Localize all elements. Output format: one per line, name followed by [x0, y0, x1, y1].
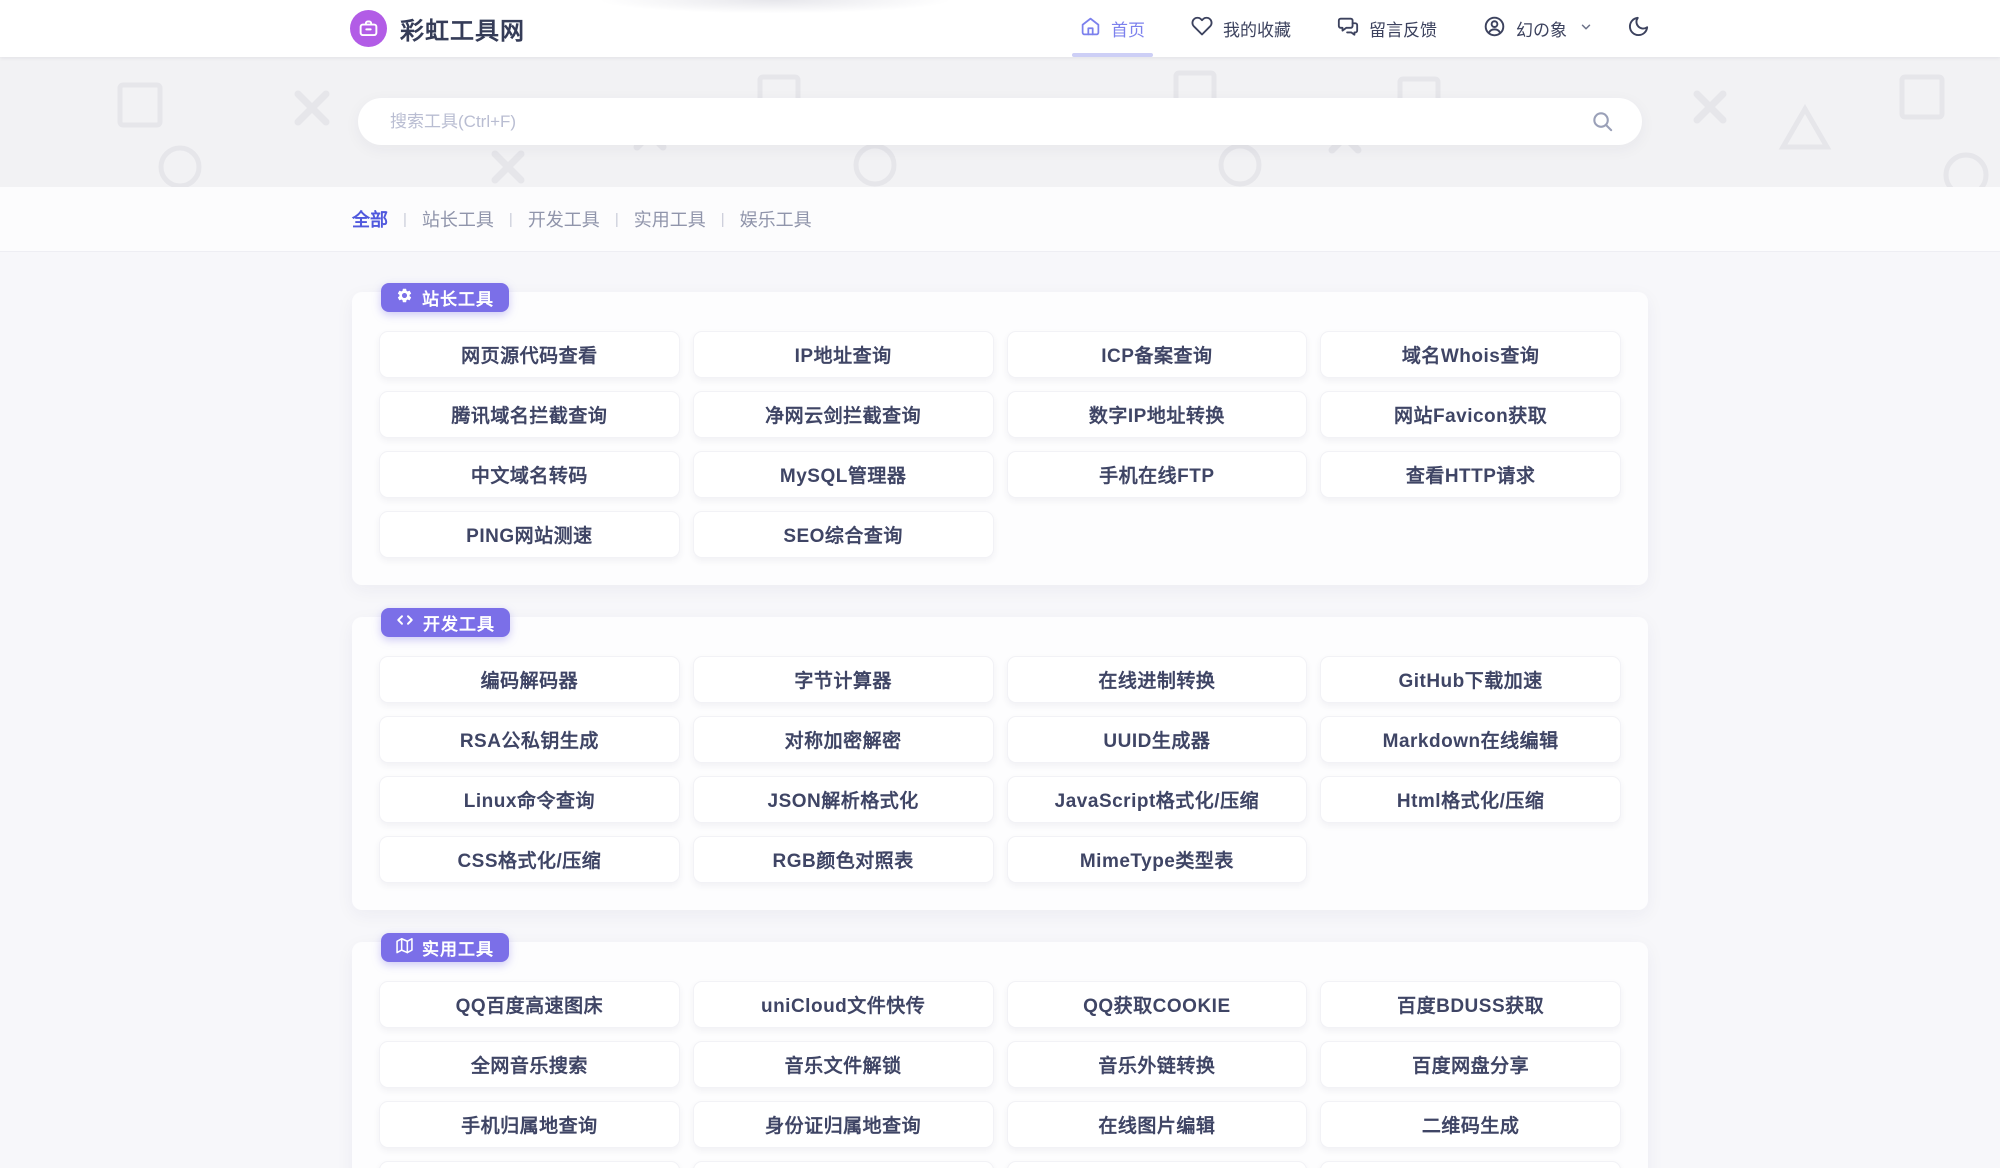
- tool-card[interactable]: CSS格式化/压缩: [379, 836, 680, 883]
- nav-username-label: 幻の象: [1516, 16, 1567, 41]
- search-input[interactable]: [358, 98, 1642, 145]
- toolbox-icon: [350, 10, 387, 47]
- tool-card[interactable]: 音乐文件解锁: [693, 1041, 994, 1088]
- nav-favorites-label: 我的收藏: [1223, 16, 1291, 41]
- tool-card[interactable]: 查看HTTP请求: [1320, 451, 1621, 498]
- section-title: 站长工具: [422, 285, 494, 310]
- tool-card[interactable]: 网站Favicon获取: [1320, 391, 1621, 438]
- tool-card[interactable]: QQ百度高速图床: [379, 981, 680, 1028]
- site-logo[interactable]: 彩虹工具网: [350, 10, 525, 47]
- gear-icon: [396, 287, 413, 309]
- filter-separator: |: [615, 211, 619, 228]
- feedback-icon: [1337, 15, 1359, 42]
- filter-separator: |: [721, 211, 725, 228]
- tool-card[interactable]: 净网云剑拦截查询: [693, 391, 994, 438]
- tool-card[interactable]: 在线进制转换: [1007, 656, 1308, 703]
- tool-grid: 编码解码器字节计算器在线进制转换 GitHub下载加速 RSA公私钥生成对称加密解密…: [379, 656, 1621, 883]
- category-filter-bar: 全部 | 站长工具 | 开发工具 | 实用工具 | 娱乐工具: [0, 187, 2000, 252]
- tool-card-partial[interactable]: [693, 1161, 994, 1168]
- heart-icon: [1191, 15, 1213, 42]
- tool-card[interactable]: UUID生成器: [1007, 716, 1308, 763]
- section-title: 开发工具: [423, 610, 495, 635]
- home-icon: [1080, 16, 1101, 42]
- tool-card[interactable]: 编码解码器: [379, 656, 680, 703]
- tool-card[interactable]: 字节计算器: [693, 656, 994, 703]
- section-badge: 实用工具: [381, 933, 509, 962]
- tool-card[interactable]: 数字IP地址转换: [1007, 391, 1308, 438]
- map-icon: [396, 937, 413, 959]
- tool-card[interactable]: 域名Whois查询: [1320, 331, 1621, 378]
- section-dev-tools: 开发工具 编码解码器字节计算器在线进制转换GitHub下载加速RSA公私钥生成对…: [352, 617, 1648, 910]
- section-webmaster-tools: 站长工具 网页源代码查看IP地址查询ICP备案查询域名Whois查询腾讯域名拦截…: [352, 292, 1648, 585]
- main-nav: 首页 我的收藏 留言反馈: [1080, 0, 1650, 57]
- tool-card[interactable]: SEO综合查询: [693, 511, 994, 558]
- tool-card[interactable]: GitHub下载加速: [1320, 656, 1621, 703]
- user-icon: [1483, 15, 1506, 43]
- tool-card-partial[interactable]: [1007, 1161, 1308, 1168]
- tool-card[interactable]: Markdown在线编辑: [1320, 716, 1621, 763]
- tool-card[interactable]: 百度BDUSS获取: [1320, 981, 1621, 1028]
- theme-toggle-button[interactable]: [1627, 15, 1650, 43]
- tool-card[interactable]: MySQL管理器: [693, 451, 994, 498]
- tool-card[interactable]: 全网音乐搜索: [379, 1041, 680, 1088]
- tool-card[interactable]: 百度网盘分享: [1320, 1041, 1621, 1088]
- tool-card[interactable]: RSA公私钥生成: [379, 716, 680, 763]
- hero-search-band: [0, 57, 2000, 187]
- main-content: 站长工具 网页源代码查看 IP地址查询 ICP备案查询域名Whois查询腾讯域名拦截…: [352, 252, 1648, 1168]
- search-icon[interactable]: [1591, 110, 1614, 133]
- tool-card[interactable]: 二维码生成: [1320, 1101, 1621, 1148]
- tool-grid: 网页源代码查看 IP地址查询 ICP备案查询域名Whois查询腾讯域名拦截查询净网云…: [379, 331, 1621, 558]
- tool-card[interactable]: 中文域名转码: [379, 451, 680, 498]
- tool-card[interactable]: RGB颜色对照表: [693, 836, 994, 883]
- tool-card[interactable]: 对称加密解密: [693, 716, 994, 763]
- tool-card[interactable]: 手机归属地查询: [379, 1101, 680, 1148]
- nav-home[interactable]: 首页: [1080, 0, 1145, 57]
- nav-home-label: 首页: [1111, 16, 1145, 41]
- filter-entertainment-tools[interactable]: 娱乐工具: [740, 206, 812, 232]
- tool-card-partial[interactable]: [379, 1161, 680, 1168]
- filter-dev-tools[interactable]: 开发工具: [528, 206, 600, 232]
- nav-favorites[interactable]: 我的收藏: [1191, 0, 1291, 57]
- tool-card[interactable]: IP地址查询: [693, 331, 994, 378]
- tool-card[interactable]: PING网站测速: [379, 511, 680, 558]
- section-badge: 站长工具: [381, 283, 509, 312]
- tool-card-partial[interactable]: [1320, 1161, 1621, 1168]
- tool-card[interactable]: uniCloud文件快传: [693, 981, 994, 1028]
- tool-card[interactable]: MimeType类型表: [1007, 836, 1308, 883]
- tool-card[interactable]: 网页源代码查看: [379, 331, 680, 378]
- tool-card[interactable]: 在线图片编辑: [1007, 1101, 1308, 1148]
- filter-all[interactable]: 全部: [352, 206, 388, 232]
- site-title: 彩虹工具网: [400, 11, 525, 46]
- code-icon: [396, 611, 414, 634]
- filter-separator: |: [403, 211, 407, 228]
- filter-practical-tools[interactable]: 实用工具: [634, 206, 706, 232]
- tool-card[interactable]: Linux命令查询: [379, 776, 680, 823]
- tool-card[interactable]: 音乐外链转换: [1007, 1041, 1308, 1088]
- filter-webmaster-tools[interactable]: 站长工具: [422, 206, 494, 232]
- filter-separator: |: [509, 211, 513, 228]
- section-practical-tools: 实用工具 QQ百度高速图床uniCloud文件快传QQ获取COOKIE百度BDU…: [352, 942, 1648, 1168]
- nav-user-menu[interactable]: 幻の象: [1483, 0, 1593, 57]
- nav-feedback-label: 留言反馈: [1369, 16, 1437, 41]
- section-badge: 开发工具: [381, 608, 510, 637]
- top-navbar: 彩虹工具网 首页 我的收藏: [0, 0, 2000, 57]
- chevron-down-icon: [1579, 19, 1593, 39]
- tool-card[interactable]: JavaScript格式化/压缩: [1007, 776, 1308, 823]
- section-title: 实用工具: [422, 935, 494, 960]
- tool-card[interactable]: QQ获取COOKIE: [1007, 981, 1308, 1028]
- nav-feedback[interactable]: 留言反馈: [1337, 0, 1437, 57]
- tool-card[interactable]: Html格式化/压缩: [1320, 776, 1621, 823]
- tool-grid: QQ百度高速图床 uniCloud文件快传 QQ获取COOKIE 百度BDUSS获取全…: [379, 981, 1621, 1168]
- tool-card[interactable]: JSON解析格式化: [693, 776, 994, 823]
- tool-card[interactable]: 腾讯域名拦截查询: [379, 391, 680, 438]
- tool-card[interactable]: ICP备案查询: [1007, 331, 1308, 378]
- moon-icon: [1627, 15, 1650, 43]
- tool-card[interactable]: 手机在线FTP: [1007, 451, 1308, 498]
- tool-card[interactable]: 身份证归属地查询: [693, 1101, 994, 1148]
